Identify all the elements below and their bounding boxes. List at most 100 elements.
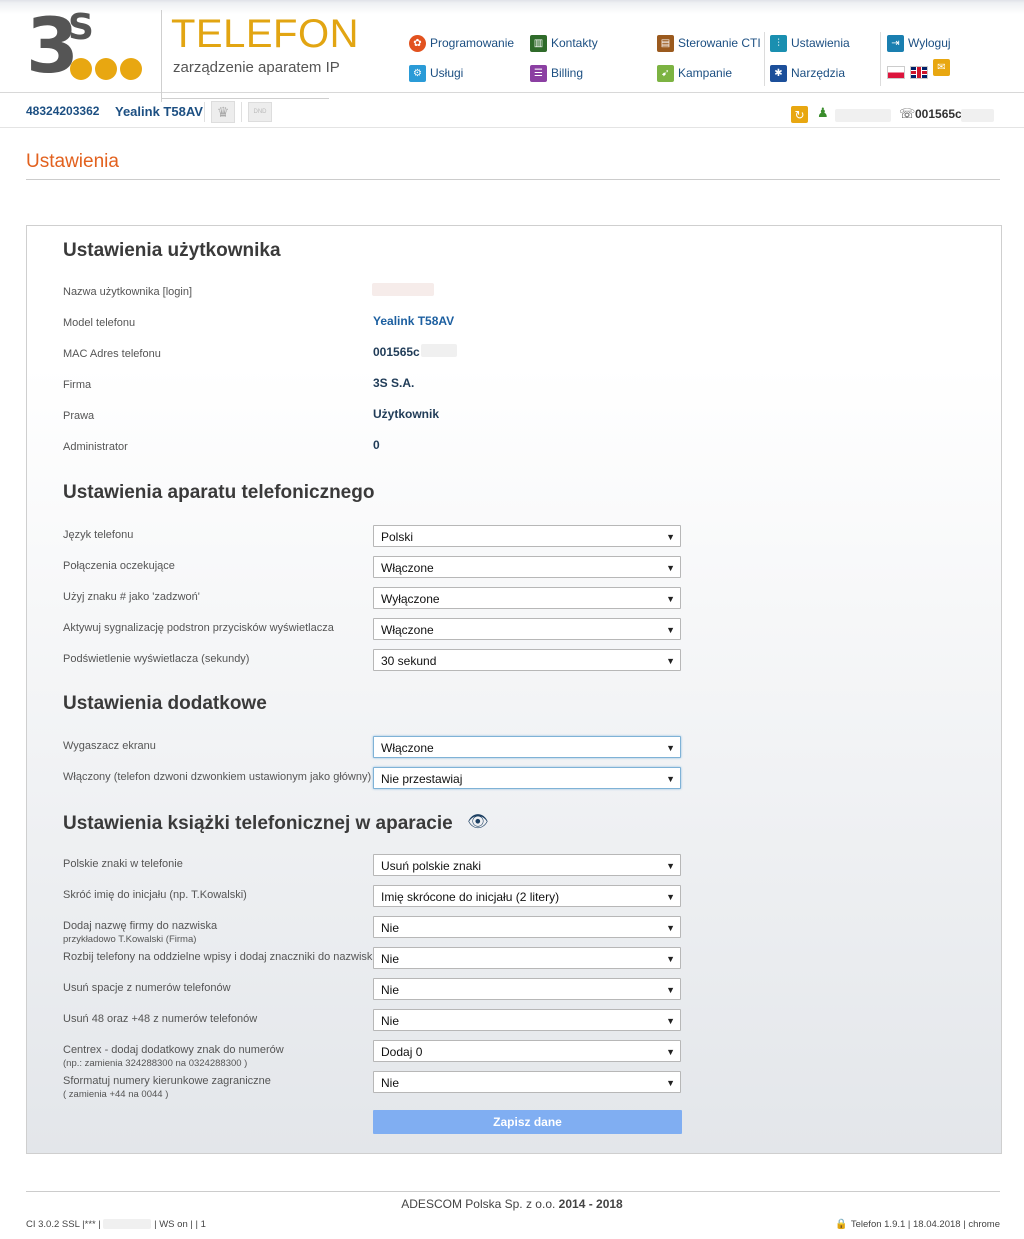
dropdown-arrow-icon: ▼ bbox=[666, 923, 675, 933]
eye-icon[interactable]: 👁 bbox=[467, 812, 489, 832]
sliders-icon: ⫶ bbox=[770, 34, 787, 52]
label-login: Nazwa użytkownika [login] bbox=[63, 286, 193, 298]
value-prawa: Użytkownik bbox=[373, 407, 440, 421]
value-administrator: 0 bbox=[373, 438, 380, 452]
dropdown-arrow-icon: ▼ bbox=[666, 563, 675, 573]
label-polskie-znaki: Polskie znaki w telefonie bbox=[63, 858, 183, 870]
phone-number: 48324203362 bbox=[26, 104, 100, 118]
ticket-icon[interactable]: ✉ bbox=[933, 59, 950, 76]
masked-footer-value bbox=[103, 1219, 152, 1230]
masked-login bbox=[372, 283, 434, 296]
dnd-button[interactable]: DND bbox=[248, 102, 272, 122]
nav-uslugi[interactable]: ⚙ Usługi bbox=[409, 64, 463, 82]
flag-pl-icon[interactable] bbox=[887, 66, 905, 79]
phone-mac: 001565c bbox=[915, 107, 962, 121]
select-sygnalizacja-podstron[interactable]: Włączone ▼ bbox=[373, 618, 681, 640]
dropdown-arrow-icon: ▼ bbox=[666, 985, 675, 995]
label-polaczenia-oczekujace: Połączenia oczekujące bbox=[63, 560, 175, 572]
lock-icon: 🔒 bbox=[835, 1219, 848, 1230]
phone-icon: ☏ bbox=[899, 106, 916, 121]
dropdown-arrow-icon: ▼ bbox=[666, 861, 675, 871]
label-wygaszacz: Wygaszacz ekranu bbox=[63, 740, 156, 752]
select-usun-48[interactable]: Nie ▼ bbox=[373, 1009, 681, 1031]
select-hash-zadzwon[interactable]: Wyłączone ▼ bbox=[373, 587, 681, 609]
select-jezyk[interactable]: Polski ▼ bbox=[373, 525, 681, 547]
dropdown-arrow-icon: ▼ bbox=[666, 954, 675, 964]
select-centrex[interactable]: Dodaj 0 ▼ bbox=[373, 1040, 681, 1062]
brand-subtitle: zarządzenie aparatem IP bbox=[173, 59, 340, 76]
gear-icon: ✿ bbox=[409, 34, 426, 52]
label-skroc-imie: Skróć imię do inicjału (np. T.Kowalski) bbox=[63, 889, 247, 901]
nav-programowanie[interactable]: ✿ Programowanie bbox=[409, 34, 514, 52]
label-sformatuj-numery: Sformatuj numery kierunkowe zagraniczne(… bbox=[63, 1075, 271, 1100]
select-sformatuj-numery[interactable]: Nie ▼ bbox=[373, 1071, 681, 1093]
masked-mac-suffix bbox=[961, 109, 994, 122]
dropdown-arrow-icon: ▼ bbox=[666, 594, 675, 604]
nav-billing[interactable]: ☰ Billing bbox=[530, 64, 583, 82]
dropdown-arrow-icon: ▼ bbox=[666, 625, 675, 635]
save-button[interactable]: Zapisz dane bbox=[373, 1110, 682, 1134]
select-polaczenia-oczekujace[interactable]: Włączone ▼ bbox=[373, 556, 681, 578]
select-polskie-znaki[interactable]: Usuń polskie znaki ▼ bbox=[373, 854, 681, 876]
label-hash-zadzwon: Użyj znaku # jako 'zadzwoń' bbox=[63, 591, 200, 603]
nav-kontakty[interactable]: ▥ Kontakty bbox=[530, 34, 598, 52]
book-icon: ▥ bbox=[530, 34, 547, 52]
gear-icon: ⚙ bbox=[409, 64, 426, 82]
dropdown-arrow-icon: ▼ bbox=[666, 1078, 675, 1088]
section-title-user: Ustawienia użytkownika bbox=[63, 240, 281, 261]
masked-mac bbox=[421, 344, 457, 357]
label-podswietlenie: Podświetlenie wyświetlacza (sekundy) bbox=[63, 653, 250, 665]
select-podswietlenie[interactable]: 30 sekund ▼ bbox=[373, 649, 681, 671]
masked-username bbox=[835, 109, 891, 122]
select-dodaj-firme[interactable]: Nie ▼ bbox=[373, 916, 681, 938]
logo-3s: 3 S bbox=[26, 6, 156, 86]
list-icon: ☰ bbox=[530, 64, 547, 82]
nav-narzedzia[interactable]: ✱ Narzędzia bbox=[770, 64, 845, 82]
crown-icon[interactable]: ♛ bbox=[211, 101, 235, 123]
footer-copyright: ADESCOM Polska Sp. z o.o. 2014 - 2018 bbox=[401, 1197, 623, 1211]
phone-model: Yealink T58AV bbox=[115, 104, 203, 119]
label-centrex: Centrex - dodaj dodatkowy znak do numeró… bbox=[63, 1044, 284, 1069]
megaphone-icon: ➹ bbox=[657, 64, 674, 82]
dropdown-arrow-icon: ▼ bbox=[666, 774, 675, 784]
nav-wyloguj[interactable]: ⇥ Wyloguj bbox=[887, 34, 951, 52]
dropdown-arrow-icon: ▼ bbox=[666, 656, 675, 666]
server-icon: ▤ bbox=[657, 34, 674, 52]
footer-status: CI 3.0.2 SSL |*** | | WS on | | 1 bbox=[26, 1219, 206, 1230]
section-title-extra: Ustawienia dodatkowe bbox=[63, 693, 267, 714]
select-usun-spacje[interactable]: Nie ▼ bbox=[373, 978, 681, 1000]
value-firma: 3S S.A. bbox=[373, 376, 415, 390]
label-sygnalizacja-podstron: Aktywuj sygnalizację podstron przycisków… bbox=[63, 622, 334, 634]
label-usun-48: Usuń 48 oraz +48 z numerów telefonów bbox=[63, 1013, 258, 1025]
dropdown-arrow-icon: ▼ bbox=[666, 743, 675, 753]
select-skroc-imie[interactable]: Imię skrócone do inicjału (2 litery) ▼ bbox=[373, 885, 681, 907]
phone-info-bar: 48324203362 Yealink T58AV ♛ DND ↻ ♟ ☏ 00… bbox=[0, 99, 1024, 128]
settings-panel: Ustawienia użytkownika Nazwa użytkownika… bbox=[26, 225, 1002, 1154]
nav-sterowanie-cti[interactable]: ▤ Sterowanie CTI bbox=[657, 34, 761, 52]
nav-ustawienia[interactable]: ⫶ Ustawienia bbox=[770, 34, 850, 52]
nav-kampanie[interactable]: ➹ Kampanie bbox=[657, 64, 732, 82]
page-title: Ustawienia bbox=[26, 151, 119, 172]
section-title-phone: Ustawienia aparatu telefonicznego bbox=[63, 482, 375, 503]
label-model: Model telefonu bbox=[63, 317, 136, 329]
label-rozbij-telefony: Rozbij telefony na oddzielne wpisy i dod… bbox=[63, 951, 373, 963]
section-title-phonebook: Ustawienia książki telefonicznej w apara… bbox=[63, 813, 453, 834]
select-dzwonek[interactable]: Nie przestawiaj ▼ bbox=[373, 767, 681, 789]
brand-title: TELEFON bbox=[171, 12, 359, 56]
dropdown-arrow-icon: ▼ bbox=[666, 532, 675, 542]
value-model: Yealink T58AV bbox=[373, 314, 455, 328]
label-prawa: Prawa bbox=[63, 410, 95, 422]
select-rozbij-telefony[interactable]: Nie ▼ bbox=[373, 947, 681, 969]
dropdown-arrow-icon: ▼ bbox=[666, 1047, 675, 1057]
refresh-icon[interactable]: ↻ bbox=[791, 106, 808, 123]
label-dzwonek: Włączony (telefon dzwoni dzwonkiem ustaw… bbox=[63, 771, 372, 783]
footer-version: 🔒 Telefon 1.9.1 | 18.04.2018 | chrome bbox=[835, 1219, 1000, 1230]
label-firma: Firma bbox=[63, 379, 92, 391]
label-mac: MAC Adres telefonu bbox=[63, 348, 161, 360]
select-wygaszacz[interactable]: Włączone ▼ bbox=[373, 736, 681, 758]
label-administrator: Administrator bbox=[63, 441, 128, 453]
user-icon: ♟ bbox=[817, 105, 829, 120]
value-mac: 001565c bbox=[373, 345, 420, 359]
dropdown-arrow-icon: ▼ bbox=[666, 1016, 675, 1026]
flag-uk-icon[interactable] bbox=[910, 66, 928, 79]
